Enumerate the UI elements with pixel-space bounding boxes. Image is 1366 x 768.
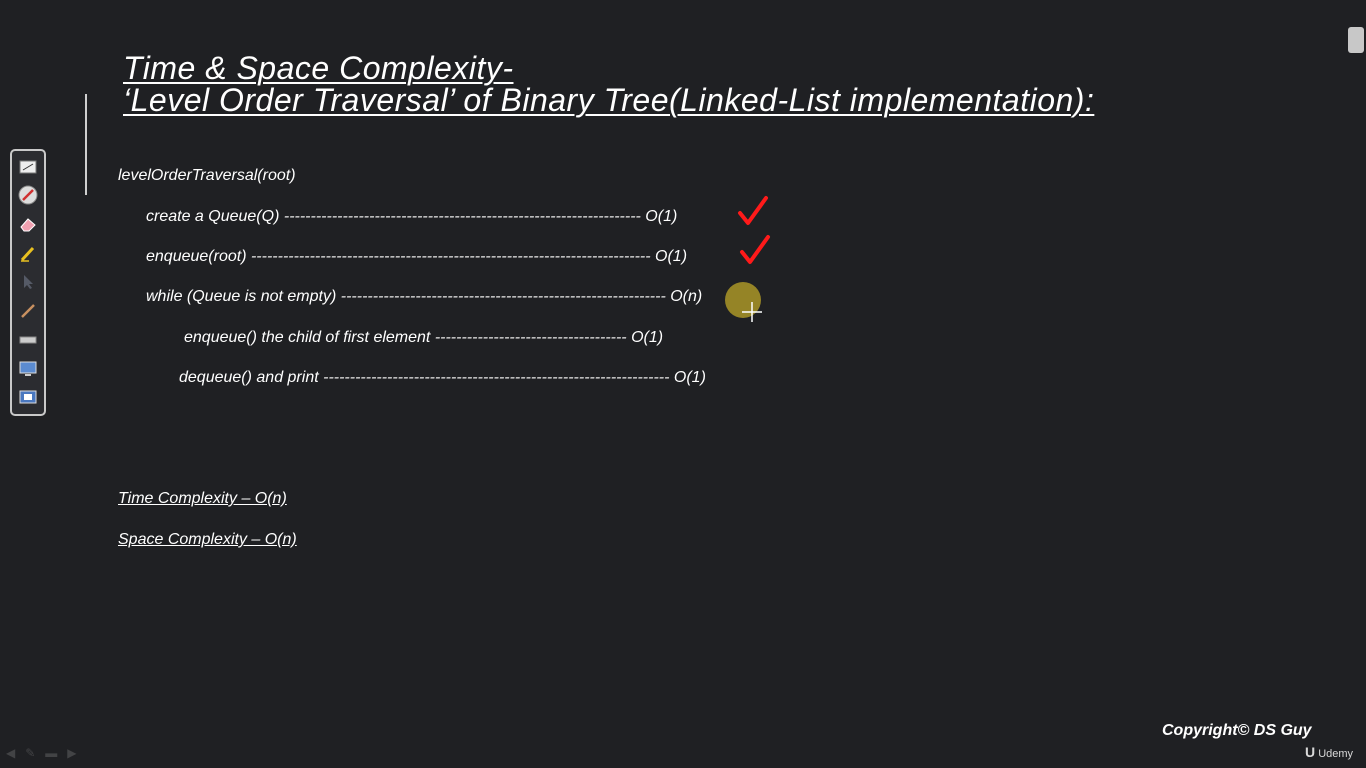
ruler-icon[interactable] [18,330,38,350]
code-text: dequeue() and print [179,369,319,386]
title-line-2: ‘Level Order Traversal’ of Binary Tree(L… [123,82,1095,118]
corner-widget-icon[interactable] [1348,27,1364,53]
pen-icon[interactable] [18,185,38,205]
slide-title: Time & Space Complexity- ‘Level Order Tr… [123,52,1094,116]
menu-nav-icon[interactable]: ▬ [45,746,57,760]
code-line-enqueue-root: enqueue(root) --------------------------… [146,247,687,267]
complexity-label: O(n) [670,288,703,305]
dash-leader: ----------------------------------------… [283,208,641,225]
space-complexity-summary: Space Complexity – O(n) [118,531,297,548]
eraser-icon[interactable] [18,214,38,234]
time-complexity-summary: Time Complexity – O(n) [118,490,287,507]
presentation-icon[interactable] [18,157,38,177]
vertical-divider [85,94,87,195]
screen-capture-icon[interactable] [18,388,38,408]
code-header: levelOrderTraversal(root) [118,167,296,184]
complexity-label: O(1) [631,329,664,346]
screen-icon[interactable] [18,359,38,379]
slide-navigation: ◀ ✎ ▬ ▶ [6,746,77,760]
complexity-label: O(1) [673,369,706,386]
code-text: enqueue() the child of first element [184,329,431,346]
dash-leader: ----------------------------------------… [340,288,666,305]
code-line-while: while (Queue is not empty) -------------… [146,287,702,307]
next-arrow-icon[interactable]: ▶ [67,746,76,760]
code-text: create a Queue(Q) [146,208,280,225]
copyright-text: Copyright© DS Guy [1162,722,1312,739]
code-line-dequeue-print: dequeue() and print --------------------… [179,368,706,388]
brand-watermark: U Udemy [1305,744,1353,760]
dash-leader: ------------------------------------ [434,329,627,346]
code-text: enqueue(root) [146,248,247,265]
marker-icon[interactable] [18,301,38,321]
highlighter-icon[interactable] [18,244,38,264]
code-line-create-queue: create a Queue(Q) ----------------------… [146,207,677,227]
previous-arrow-icon[interactable]: ◀ [6,746,15,760]
code-text: while (Queue is not empty) [146,288,337,305]
check-mark-icon [740,235,770,264]
dash-leader: ----------------------------------------… [250,248,651,265]
dash-leader: ----------------------------------------… [323,369,670,386]
pen-nav-icon[interactable]: ✎ [25,746,35,760]
arrow-pointer-icon[interactable] [18,272,38,292]
code-line-enqueue-child: enqueue() the child of first element ---… [184,328,663,348]
complexity-label: O(1) [645,208,678,225]
crosshair-cursor-icon [742,302,762,322]
check-mark-icon [738,196,768,225]
brand-label: Udemy [1318,748,1354,760]
complexity-label: O(1) [655,248,688,265]
udemy-logo-icon: U [1305,744,1316,760]
pen-toolbar [10,149,46,416]
title-line-1: Time & Space Complexity- [123,50,514,86]
